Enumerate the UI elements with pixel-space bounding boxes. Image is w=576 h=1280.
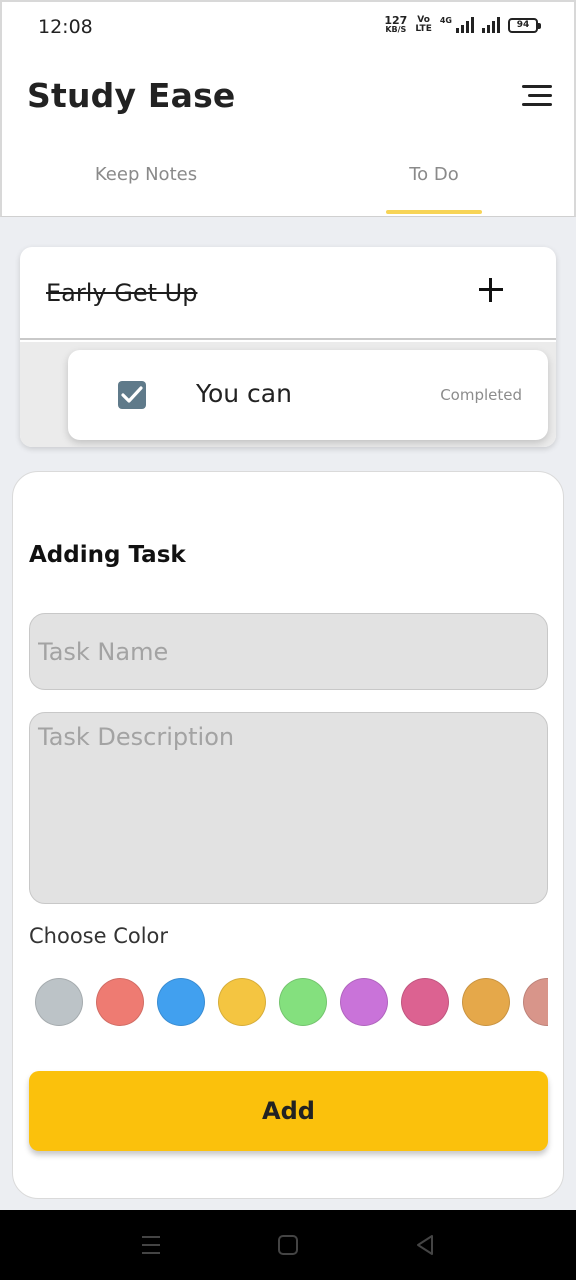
volte-bottom-text: LTE <box>415 24 432 34</box>
network-speed-icon: 127 KB/S <box>384 14 408 34</box>
signal-icon <box>482 17 500 33</box>
color-swatch[interactable] <box>401 978 449 1026</box>
color-swatch[interactable] <box>96 978 144 1026</box>
battery-level: 94 <box>516 20 530 30</box>
status-icons: 127 KB/S Vo LTE 4G 94 <box>384 14 541 34</box>
tab-to-do[interactable]: To Do <box>290 164 576 216</box>
subtask-list: You can Completed <box>20 342 556 447</box>
system-nav-bar <box>0 1210 576 1280</box>
task-name-input[interactable] <box>29 613 548 690</box>
back-icon[interactable] <box>410 1230 440 1260</box>
choose-color-label: Choose Color <box>29 924 169 948</box>
subtask-item[interactable]: You can Completed <box>68 350 548 440</box>
status-time: 12:08 <box>38 16 93 38</box>
add-task-form: Adding Task Choose Color Add <box>12 471 564 1199</box>
volte-icon: Vo LTE <box>415 16 432 34</box>
app-header: Study Ease Keep Notes To Do <box>0 52 576 217</box>
tab-keep-notes[interactable]: Keep Notes <box>2 164 290 216</box>
app-title: Study Ease <box>27 76 236 115</box>
check-icon <box>121 386 143 403</box>
active-tab-indicator <box>386 210 482 214</box>
color-swatch[interactable] <box>35 978 83 1026</box>
task-header: Early Get Up <box>20 247 556 340</box>
task-description-input[interactable] <box>29 712 548 904</box>
color-swatch[interactable] <box>157 978 205 1026</box>
network-type-label: 4G <box>439 16 452 25</box>
task-card[interactable]: Early Get Up You can Completed <box>20 247 556 447</box>
form-title: Adding Task <box>29 542 186 568</box>
subtask-status: Completed <box>440 386 522 404</box>
battery-icon: 94 <box>508 17 541 33</box>
recent-apps-icon[interactable] <box>136 1230 166 1260</box>
subtask-checkbox[interactable] <box>118 381 146 409</box>
color-picker <box>29 977 548 1029</box>
signal-4g-icon <box>456 17 474 33</box>
home-icon[interactable] <box>273 1230 303 1260</box>
color-swatch[interactable] <box>523 978 548 1026</box>
add-button[interactable]: Add <box>29 1071 548 1151</box>
color-swatch[interactable] <box>279 978 327 1026</box>
subtask-label: You can <box>196 379 292 408</box>
color-swatch[interactable] <box>462 978 510 1026</box>
net-speed-value: 127 <box>384 14 408 27</box>
color-swatch[interactable] <box>218 978 266 1026</box>
color-swatch[interactable] <box>340 978 388 1026</box>
plus-icon[interactable] <box>474 273 508 307</box>
status-bar: 12:08 127 KB/S Vo LTE 4G 94 <box>0 0 576 52</box>
hamburger-menu-icon[interactable] <box>518 84 552 108</box>
net-speed-unit: KB/S <box>385 25 407 34</box>
task-title[interactable]: Early Get Up <box>46 279 197 307</box>
